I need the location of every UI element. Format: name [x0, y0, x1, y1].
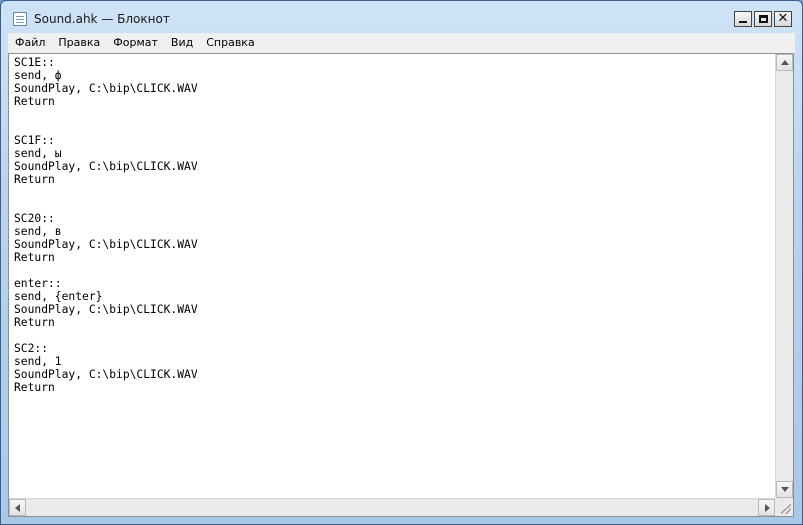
- notepad-icon[interactable]: [13, 12, 27, 26]
- size-grip[interactable]: [775, 498, 793, 516]
- maximize-icon: [758, 15, 768, 23]
- title-bar[interactable]: Sound.ahk — Блокнот ✕: [1, 1, 802, 33]
- arrow-up-icon: [781, 60, 789, 65]
- maximize-button[interactable]: [754, 11, 772, 27]
- arrow-right-icon: [765, 504, 770, 512]
- window-controls: ✕: [734, 11, 792, 27]
- minimize-button[interactable]: [734, 11, 752, 27]
- menu-edit[interactable]: Правка: [51, 33, 106, 53]
- scroll-right-button[interactable]: [758, 499, 775, 516]
- editor-frame: SC1E:: send, ф SoundPlay, C:\bip\CLICK.W…: [8, 53, 794, 517]
- menu-view[interactable]: Вид: [164, 33, 199, 53]
- editor-text[interactable]: SC1E:: send, ф SoundPlay, C:\bip\CLICK.W…: [9, 54, 775, 394]
- menu-file[interactable]: Файл: [8, 33, 51, 53]
- horizontal-scrollbar[interactable]: [9, 498, 775, 516]
- close-icon: ✕: [777, 11, 789, 26]
- notepad-window: Sound.ahk — Блокнот ✕ Файл Правка Формат…: [0, 0, 803, 525]
- arrow-down-icon: [781, 487, 789, 492]
- menu-format[interactable]: Формат: [106, 33, 164, 53]
- close-button[interactable]: ✕: [774, 11, 792, 27]
- vertical-scrollbar[interactable]: [775, 54, 793, 498]
- scroll-up-button[interactable]: [776, 54, 793, 71]
- arrow-left-icon: [15, 504, 20, 512]
- scroll-down-button[interactable]: [776, 481, 793, 498]
- menu-bar: Файл Правка Формат Вид Справка: [8, 33, 795, 53]
- scroll-left-button[interactable]: [9, 499, 26, 516]
- minimize-icon: [739, 21, 747, 23]
- window-title: Sound.ahk — Блокнот: [34, 12, 170, 26]
- text-editor[interactable]: SC1E:: send, ф SoundPlay, C:\bip\CLICK.W…: [9, 54, 775, 498]
- resize-grip-icon: [781, 504, 791, 514]
- menu-help[interactable]: Справка: [199, 33, 260, 53]
